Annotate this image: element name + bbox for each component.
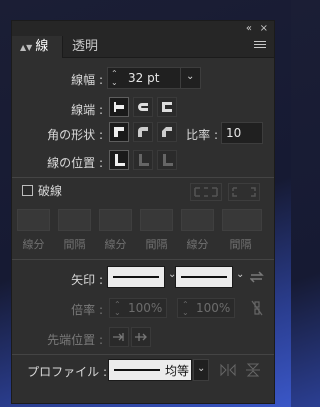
- dash-label-2: 線分: [104, 238, 127, 251]
- dash-align-corners-button[interactable]: [190, 183, 222, 201]
- collapse-icon[interactable]: «: [246, 21, 252, 36]
- dash-preserve-icon: [232, 187, 256, 197]
- limit-label: 比率 :: [186, 128, 218, 142]
- profile-preview: [114, 369, 160, 371]
- dash-preserve-button[interactable]: [228, 183, 260, 201]
- weight-stepper-icon[interactable]: ⌃ ⌄: [111, 69, 118, 87]
- start-scale-value: 100%: [128, 301, 163, 315]
- profile-select[interactable]: 均等: [108, 359, 192, 381]
- corner-label: 角の形状 :: [47, 128, 103, 142]
- weight-value: 32 pt: [128, 71, 160, 85]
- miter-join-icon: [114, 127, 124, 137]
- profile-value: 均等: [165, 364, 190, 378]
- tab-transparency[interactable]: 透明: [72, 36, 98, 58]
- link-scale-icon[interactable]: [250, 300, 264, 316]
- weight-field[interactable]: ⌃ ⌄ 32 pt ⌄: [107, 67, 201, 89]
- divider: [12, 259, 274, 260]
- start-scale-field[interactable]: ⌃ ⌄ 100%: [109, 298, 167, 318]
- round-cap-icon: [138, 103, 148, 111]
- dash-align-corners-icon: [194, 187, 218, 197]
- gap-field-2[interactable]: [140, 209, 173, 231]
- end-scale-stepper-icon[interactable]: ⌃ ⌄: [182, 301, 189, 317]
- profile-label: プロファイル :: [27, 365, 107, 379]
- butt-cap-button[interactable]: [109, 97, 129, 117]
- align-inside-button[interactable]: [133, 150, 153, 170]
- align-outside-button[interactable]: [157, 150, 177, 170]
- arrow-align-label: 先端位置 :: [47, 333, 103, 347]
- dash-label-1: 線分: [22, 238, 45, 251]
- divider: [12, 354, 274, 355]
- round-join-button[interactable]: [133, 122, 153, 142]
- gap-field-1[interactable]: [58, 209, 91, 231]
- align-outside-icon: [163, 154, 173, 166]
- profile-dropdown[interactable]: ⌄: [193, 359, 209, 381]
- limit-value: 10: [226, 126, 242, 140]
- arrow-beyond-button[interactable]: [109, 327, 129, 347]
- gap-label-1: 間隔: [63, 238, 86, 251]
- round-join-icon: [138, 127, 148, 137]
- panel-titlebar: « ×: [12, 21, 274, 36]
- end-arrowhead-select[interactable]: [175, 266, 233, 288]
- end-arrowhead-preview: [181, 276, 227, 278]
- start-arrowhead-select[interactable]: [107, 266, 165, 288]
- bevel-join-button[interactable]: [157, 122, 177, 142]
- scale-label: 倍率 :: [71, 303, 103, 317]
- projecting-cap-button[interactable]: [157, 97, 177, 117]
- dash-field-3[interactable]: [181, 209, 214, 231]
- weight-divider: [180, 68, 181, 88]
- panel-menu-icon[interactable]: [254, 39, 266, 51]
- arrowheads-label: 矢印 :: [71, 273, 103, 287]
- align-center-icon: [115, 154, 125, 166]
- flip-along-icon[interactable]: [220, 363, 236, 377]
- profile-dropdown-icon: ⌄: [197, 363, 206, 374]
- dash-label-3: 線分: [186, 238, 209, 251]
- round-cap-button[interactable]: [133, 97, 153, 117]
- gap-label-3: 間隔: [229, 238, 252, 251]
- end-scale-value: 100%: [196, 301, 231, 315]
- flip-across-icon[interactable]: [246, 363, 260, 377]
- divider: [12, 177, 274, 178]
- butt-cap-icon: [114, 102, 124, 112]
- dashed-label: 破線: [38, 184, 63, 198]
- align-label: 線の位置 :: [47, 156, 103, 170]
- projecting-cap-icon: [162, 102, 172, 112]
- swap-arrowheads-icon[interactable]: [250, 271, 264, 283]
- limit-field[interactable]: 10: [221, 122, 263, 144]
- tab-transparency-label: 透明: [72, 39, 99, 54]
- dash-field-2[interactable]: [99, 209, 132, 231]
- cap-label: 線端 :: [71, 103, 103, 117]
- start-arrowhead-preview: [113, 276, 159, 278]
- weight-label: 線幅 :: [71, 73, 103, 87]
- end-arrowhead-dropdown-icon[interactable]: ⌄: [236, 269, 244, 280]
- gap-label-2: 間隔: [145, 238, 168, 251]
- end-scale-field[interactable]: ⌃ ⌄ 100%: [177, 298, 235, 318]
- dashed-checkbox[interactable]: [22, 185, 33, 196]
- tab-expand-icon: ▲▼: [20, 43, 33, 52]
- panel-tabs: ▲▼ 線 透明: [12, 36, 274, 58]
- stroke-panel: « × ▲▼ 線 透明 線幅 : ⌃ ⌄ 32 pt ⌄ 線端 : 角の形状 : 比…: [11, 20, 275, 404]
- weight-dropdown-icon[interactable]: ⌄: [186, 71, 194, 82]
- align-center-button[interactable]: [109, 150, 129, 170]
- arrow-at-end-icon: [135, 333, 147, 341]
- miter-join-button[interactable]: [109, 122, 129, 142]
- bevel-join-icon: [162, 127, 172, 137]
- align-inside-icon: [139, 154, 149, 166]
- gap-field-3[interactable]: [222, 209, 262, 231]
- close-icon[interactable]: ×: [260, 21, 268, 36]
- arrow-beyond-icon: [113, 333, 124, 341]
- tab-stroke-label: 線: [35, 39, 49, 54]
- dash-field-1[interactable]: [17, 209, 50, 231]
- arrow-at-end-button[interactable]: [131, 327, 151, 347]
- tab-stroke[interactable]: ▲▼ 線: [12, 36, 63, 58]
- start-scale-stepper-icon[interactable]: ⌃ ⌄: [114, 301, 121, 317]
